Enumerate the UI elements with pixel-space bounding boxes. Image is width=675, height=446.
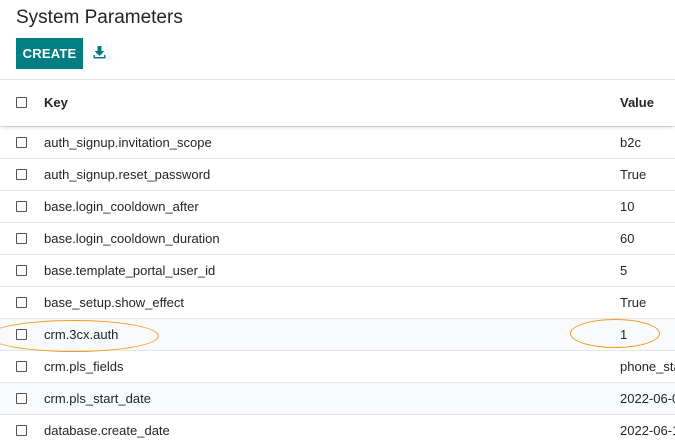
row-checkbox[interactable]	[16, 201, 27, 212]
row-checkbox[interactable]	[16, 329, 27, 340]
row-value: True	[620, 295, 647, 310]
row-key: crm.3cx.auth	[44, 327, 119, 342]
row-value: 2022-06-1	[620, 423, 675, 438]
table-row[interactable]: database.create_date 2022-06-1	[0, 414, 675, 446]
row-key: base.login_cooldown_after	[44, 199, 199, 214]
table-row[interactable]: crm.pls_start_date 2022-06-0	[0, 382, 675, 414]
row-value: 60	[620, 231, 635, 246]
row-value: True	[620, 167, 647, 182]
column-header-key[interactable]: Key	[44, 95, 68, 110]
select-all-checkbox[interactable]	[16, 97, 27, 108]
parameters-table: Key Value auth_signup.invitation_scope b…	[0, 79, 675, 446]
row-value: phone_sta	[620, 359, 675, 374]
table-row[interactable]: base_setup.show_effect True	[0, 286, 675, 318]
row-key: base_setup.show_effect	[44, 295, 184, 310]
row-value: 1	[620, 327, 628, 342]
row-checkbox[interactable]	[16, 393, 27, 404]
table-row[interactable]: auth_signup.reset_password True	[0, 158, 675, 190]
column-header-value[interactable]: Value	[620, 95, 654, 110]
row-value: 2022-06-0	[620, 391, 675, 406]
row-value: b2c	[620, 135, 641, 150]
table-row[interactable]: crm.3cx.auth 1	[0, 318, 675, 350]
download-icon[interactable]	[93, 46, 106, 59]
table-row[interactable]: base.login_cooldown_duration 60	[0, 222, 675, 254]
row-key: crm.pls_fields	[44, 359, 124, 374]
table-header: Key Value	[0, 79, 675, 126]
row-key: crm.pls_start_date	[44, 391, 151, 406]
create-button[interactable]: CREATE	[16, 38, 83, 69]
row-checkbox[interactable]	[16, 233, 27, 244]
row-value: 10	[620, 199, 635, 214]
table-row[interactable]: auth_signup.invitation_scope b2c	[0, 126, 675, 158]
row-checkbox[interactable]	[16, 361, 27, 372]
row-checkbox[interactable]	[16, 265, 27, 276]
table-row[interactable]: base.login_cooldown_after 10	[0, 190, 675, 222]
table-row[interactable]: base.template_portal_user_id 5	[0, 254, 675, 286]
row-value: 5	[620, 263, 628, 278]
row-key: base.login_cooldown_duration	[44, 231, 220, 246]
table-row[interactable]: crm.pls_fields phone_sta	[0, 350, 675, 382]
row-checkbox[interactable]	[16, 169, 27, 180]
row-key: database.create_date	[44, 423, 170, 438]
row-checkbox[interactable]	[16, 137, 27, 148]
row-key: auth_signup.reset_password	[44, 167, 211, 182]
row-checkbox[interactable]	[16, 297, 27, 308]
row-key: auth_signup.invitation_scope	[44, 135, 212, 150]
page-title: System Parameters	[16, 7, 183, 28]
row-checkbox[interactable]	[16, 425, 27, 436]
row-key: base.template_portal_user_id	[44, 263, 216, 278]
